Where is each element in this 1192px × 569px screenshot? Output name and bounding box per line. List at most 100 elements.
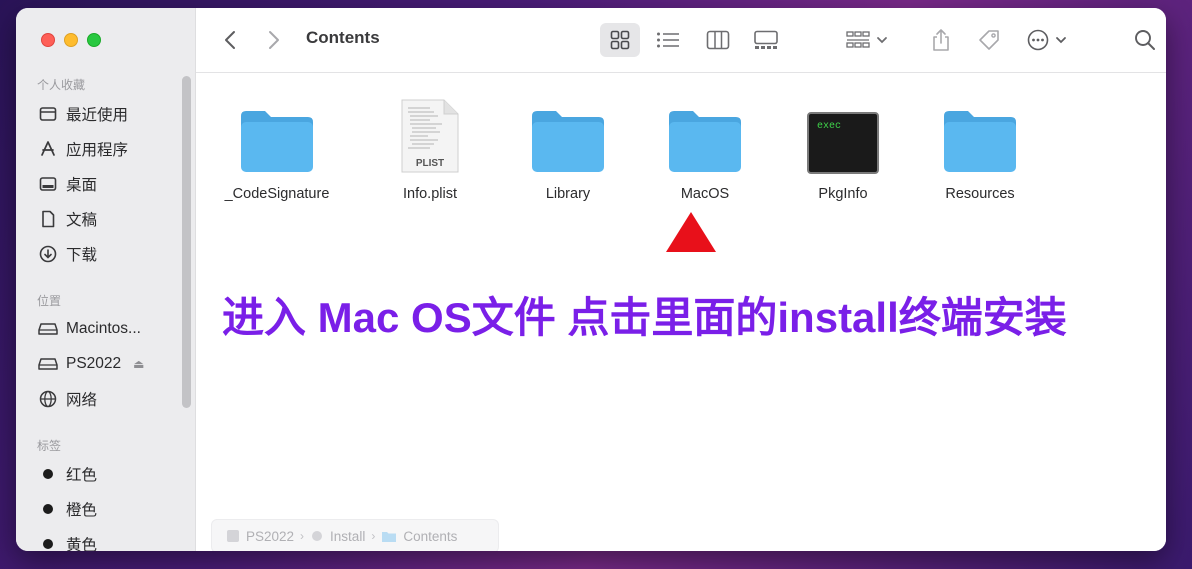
- sidebar-section-tags: 标签: [37, 439, 62, 453]
- sidebar-tag-yellow[interactable]: 黄色: [38, 533, 97, 551]
- zoom-button[interactable]: [87, 33, 101, 47]
- downloads-icon: [38, 244, 58, 264]
- file-item-info-plist[interactable]: PLIST Info.plist: [365, 94, 495, 202]
- sidebar-item-label: Macintos...: [66, 320, 141, 337]
- path-bar: PS2022 › Install › Contents: [211, 519, 499, 551]
- file-item-library[interactable]: Library: [503, 94, 633, 202]
- chevron-right-icon: [269, 31, 279, 49]
- file-item-codesignature[interactable]: _CodeSignature: [212, 94, 342, 202]
- toolbar: Contents: [196, 8, 1166, 73]
- sidebar-scrollbar[interactable]: [182, 76, 191, 408]
- folder-icon: [241, 111, 313, 172]
- path-separator: ›: [371, 529, 376, 543]
- network-icon: [38, 389, 58, 409]
- minimize-button[interactable]: [64, 33, 78, 47]
- sidebar-item-applications[interactable]: 应用程序: [38, 138, 128, 160]
- file-name: _CodeSignature: [224, 186, 330, 202]
- recents-icon: [38, 104, 58, 124]
- window-title: Contents: [306, 28, 380, 47]
- sidebar-item-label: 下载: [66, 247, 98, 264]
- tag-dot-icon: [43, 504, 53, 514]
- back-button[interactable]: [218, 25, 242, 55]
- file-grid: _CodeSignature PLIST Info.plist Library …: [196, 74, 1166, 551]
- folder-icon: [944, 111, 1016, 172]
- installer-icon: [310, 529, 324, 543]
- desktop-icon: [38, 174, 58, 194]
- chevron-down-icon: [877, 37, 887, 44]
- sidebar-item-downloads[interactable]: 下载: [38, 243, 97, 265]
- instruction-annotation: 进入 Mac OS文件 点击里面的install终端安装: [222, 294, 1067, 341]
- sidebar-item-label: 最近使用: [66, 107, 129, 124]
- tag-dot-icon: [43, 469, 53, 479]
- sidebar-tag-red[interactable]: 红色: [38, 463, 97, 485]
- path-item-install[interactable]: Install: [330, 529, 365, 544]
- file-name: MacOS: [680, 186, 730, 202]
- chevron-left-icon: [225, 31, 235, 49]
- chevron-down-icon: [1056, 37, 1066, 44]
- share-icon: [933, 29, 949, 51]
- share-button[interactable]: [926, 25, 956, 55]
- ellipsis-circle-icon: [1027, 29, 1049, 51]
- file-item-macos[interactable]: MacOS: [640, 94, 770, 202]
- sidebar-item-macintosh-hd[interactable]: Macintos...: [38, 318, 141, 340]
- window-controls: [41, 33, 101, 47]
- sidebar: 个人收藏 最近使用 应用程序 桌面 文稿 下载 位置 Macintos... P…: [16, 8, 196, 551]
- view-gallery-button[interactable]: [746, 25, 786, 55]
- search-icon: [1135, 30, 1155, 50]
- view-list-button[interactable]: [648, 25, 688, 55]
- sidebar-item-label: 网络: [66, 392, 98, 409]
- file-item-pkginfo[interactable]: exec PkgInfo: [778, 94, 908, 202]
- sidebar-tag-orange[interactable]: 橙色: [38, 498, 97, 520]
- sidebar-item-documents[interactable]: 文稿: [38, 208, 97, 230]
- file-item-resources[interactable]: Resources: [915, 94, 1045, 202]
- sidebar-item-network[interactable]: 网络: [38, 388, 97, 410]
- red-arrow-icon: [666, 212, 716, 252]
- view-columns-button[interactable]: [698, 25, 738, 55]
- list-icon: [657, 32, 679, 48]
- file-name: PkgInfo: [818, 186, 868, 202]
- sidebar-item-desktop[interactable]: 桌面: [38, 173, 97, 195]
- view-icons-button[interactable]: [600, 23, 640, 57]
- forward-button[interactable]: [262, 25, 286, 55]
- applications-icon: [38, 139, 58, 159]
- finder-window: 个人收藏 最近使用 应用程序 桌面 文稿 下载 位置 Macintos... P…: [16, 8, 1166, 551]
- group-button[interactable]: [842, 25, 892, 55]
- folder-icon: [532, 111, 604, 172]
- sidebar-section-locations: 位置: [37, 294, 62, 308]
- tag-icon: [979, 30, 999, 50]
- path-item-ps2022[interactable]: PS2022: [246, 529, 294, 544]
- gallery-icon: [754, 30, 778, 49]
- file-name: Library: [545, 186, 591, 202]
- file-name: Info.plist: [403, 186, 457, 202]
- disk-icon: [38, 354, 58, 374]
- sidebar-item-label: PS2022: [66, 355, 122, 372]
- file-name: Resources: [945, 186, 1015, 202]
- sidebar-item-label: 应用程序: [66, 142, 129, 159]
- sidebar-item-label: 黄色: [66, 537, 98, 551]
- plist-document-icon: PLIST: [401, 99, 459, 173]
- sidebar-item-ps2022[interactable]: PS2022 ⏏: [38, 353, 145, 375]
- path-item-contents[interactable]: Contents: [403, 529, 457, 544]
- sidebar-section-favorites: 个人收藏: [37, 78, 86, 92]
- disk-icon: [38, 319, 58, 339]
- sidebar-item-label: 橙色: [66, 502, 98, 519]
- folder-icon: [381, 530, 397, 543]
- more-actions-button[interactable]: [1022, 25, 1072, 55]
- sidebar-item-label: 文稿: [66, 212, 98, 229]
- tag-button[interactable]: [974, 25, 1004, 55]
- documents-icon: [38, 209, 58, 229]
- sidebar-item-recents[interactable]: 最近使用: [38, 103, 128, 125]
- group-icon: [846, 31, 870, 48]
- grid-icon: [610, 30, 630, 50]
- sidebar-item-label: 红色: [66, 467, 98, 484]
- terminal-exec-icon: exec: [807, 112, 879, 174]
- search-button[interactable]: [1130, 25, 1160, 55]
- folder-icon: [669, 111, 741, 172]
- sidebar-item-label: 桌面: [66, 177, 98, 194]
- close-button[interactable]: [41, 33, 55, 47]
- tag-dot-icon: [43, 539, 53, 549]
- exec-badge: exec: [817, 121, 841, 132]
- columns-icon: [706, 30, 730, 50]
- eject-icon[interactable]: ⏏: [133, 357, 144, 371]
- plist-badge: PLIST: [416, 158, 444, 169]
